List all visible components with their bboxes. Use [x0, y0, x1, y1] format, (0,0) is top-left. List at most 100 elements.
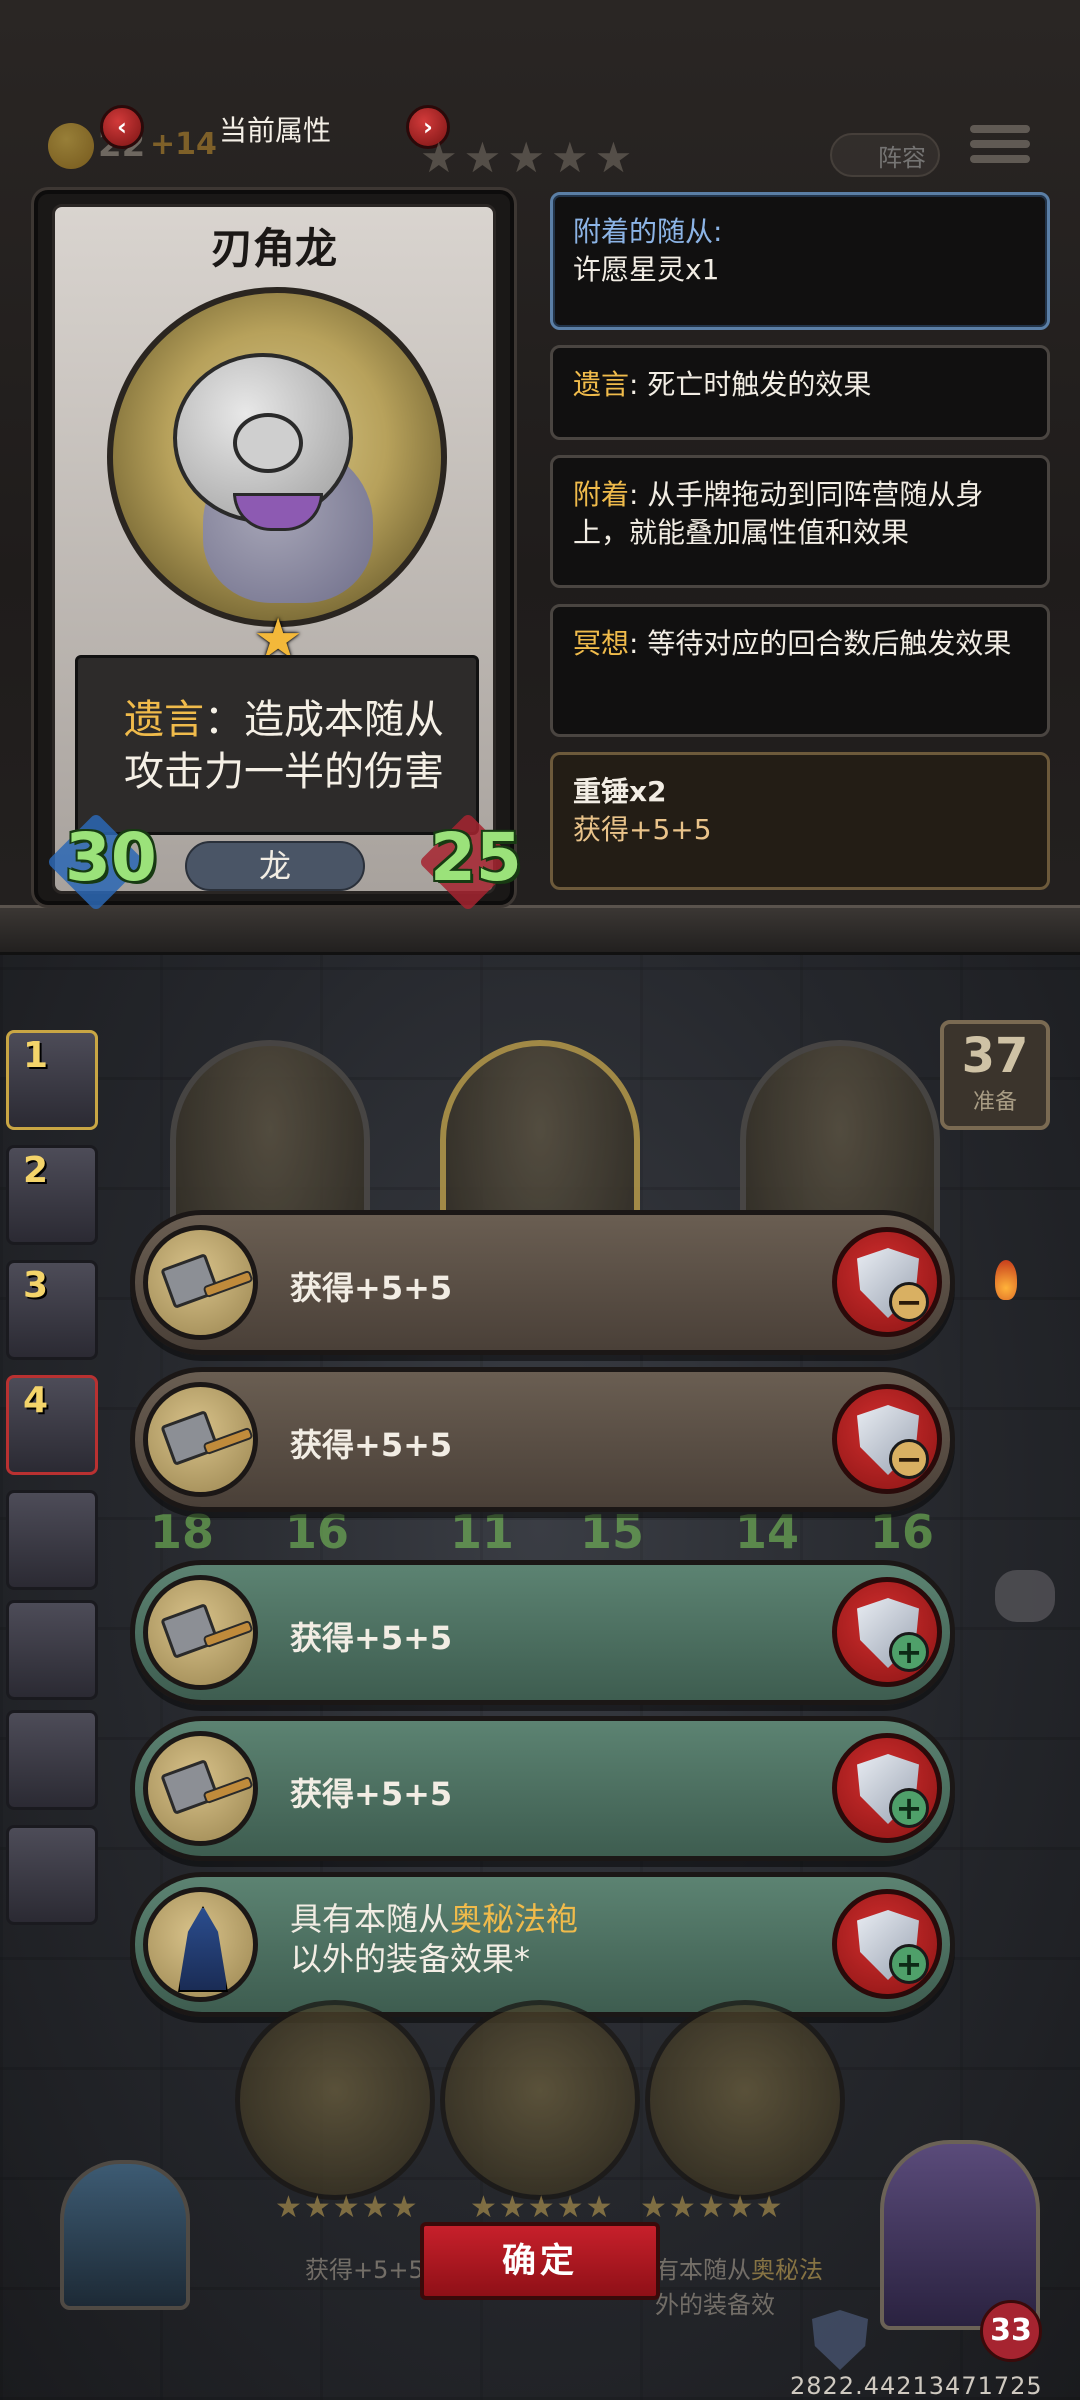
tavern-stars: ★ ★ ★ ★ ★ [420, 133, 632, 182]
confirm-button[interactable]: 确定 [420, 2222, 660, 2300]
remove-equipment-button[interactable]: − [832, 1227, 942, 1337]
equipment-label: 具有本随从奥秘法袍 以外的装备效果* [290, 1899, 578, 1979]
add-equipment-button[interactable]: + [832, 1733, 942, 1843]
equipment-effect: 获得+5+5 [573, 813, 712, 846]
lineup-button[interactable]: 阵容 [830, 133, 940, 177]
bottom-equip-slot-1 [235, 2000, 435, 2200]
side-slot-4[interactable]: 4 [6, 1375, 98, 1475]
coordinate-readout: 2822.44213471725 [790, 2372, 1043, 2400]
slot-number: 3 [23, 1265, 49, 1306]
board-stat: 15 [580, 1505, 645, 1559]
remove-equipment-button[interactable]: − [832, 1384, 942, 1494]
side-slot-6[interactable] [6, 1600, 98, 1700]
keyword-deathrattle-panel: 遗言: 死亡时触发的效果 [550, 345, 1050, 440]
board-stat: 14 [735, 1505, 800, 1559]
board-stat: 16 [285, 1505, 350, 1559]
slot-number: 2 [23, 1150, 49, 1191]
keyword-meditate: 冥想 [573, 627, 630, 660]
tribe-label: 龙 [185, 841, 365, 891]
equipment-row: 具有本随从奥秘法袍 以外的装备效果* + [130, 1872, 955, 2017]
add-equipment-button[interactable]: + [832, 1577, 942, 1687]
slot-number: 1 [23, 1035, 49, 1076]
menu-icon[interactable] [970, 125, 1030, 175]
equipment-title: 重锤x2 [573, 775, 667, 808]
header: 22 +14 ‹ 当前属性 › ★★★★★ 阵容 [0, 95, 1080, 182]
star-icon: ★ [463, 133, 502, 182]
chat-icon[interactable] [995, 1570, 1055, 1622]
attached-body: 许愿星灵x1 [573, 253, 720, 286]
panel-divider [0, 905, 1080, 955]
keyword-attach-panel: 附着: 从手牌拖动到同阵营随从身上，就能叠加属性值和效果 [550, 455, 1050, 588]
keyword-meditate-panel: 冥想: 等待对应的回合数后触发效果 [550, 604, 1050, 737]
attached-title: 附着的随从: [573, 215, 723, 248]
turn-counter: 37 准备 [940, 1020, 1050, 1130]
bottom-text-line2: 外的装备效 [655, 2291, 775, 2319]
plus-icon: + [889, 1632, 929, 1672]
attached-minion-panel: 附着的随从: 许愿星灵x1 [550, 192, 1050, 330]
gold-coin-icon [48, 123, 94, 169]
board-stat: 16 [870, 1505, 935, 1559]
equipment-row: 获得+5+5 + [130, 1560, 955, 1705]
bottom-equip-slot-3 [645, 2000, 845, 2200]
hammer-icon [143, 1575, 258, 1690]
turn-number: 37 [961, 1028, 1029, 1084]
star-icon: ★ [594, 133, 633, 182]
minus-icon: − [889, 1439, 929, 1479]
side-slot-3[interactable]: 3 [6, 1260, 98, 1360]
attack-value: 30 [65, 819, 157, 896]
add-equipment-button[interactable]: + [832, 1889, 942, 1999]
keyword-meditate-desc: : 等待对应的回合数后触发效果 [629, 627, 1012, 660]
hero-health: 33 [980, 2300, 1042, 2362]
bottom-equip-slot-2 [440, 2000, 640, 2200]
bottom-equip-text: 获得+5+5 [305, 2256, 424, 2284]
board-stat: 18 [150, 1505, 215, 1559]
chevron-left-icon: ‹ [117, 113, 127, 141]
desc-keyword: 遗言 [124, 697, 204, 743]
side-slot-7[interactable] [6, 1710, 98, 1810]
hammer-icon [143, 1731, 258, 1846]
side-slot-5[interactable] [6, 1490, 98, 1590]
card-frame: 刃角龙 ★ 遗言：造成本随从 攻击力一半的伤害 30 龙 25 [46, 204, 522, 912]
bottom-stars: ★★★★★ [275, 2190, 420, 2225]
star-icon: ★ [507, 133, 545, 182]
equipment-label: 获得+5+5 [290, 1775, 453, 1813]
dragon-eye [233, 413, 303, 473]
minus-icon: − [889, 1282, 929, 1322]
label-keyword: 奥秘法袍 [450, 1900, 579, 1938]
keyword-deathrattle-desc: : 死亡时触发的效果 [629, 368, 872, 401]
bottom-stars: ★★★★★ [640, 2190, 785, 2225]
bottom-text-kw: 奥秘法 [751, 2256, 823, 2284]
unit-description-box: 遗言：造成本随从 攻击力一半的伤害 [75, 655, 479, 835]
star-icon: ★ [550, 133, 589, 182]
label-line2: 以外的装备效果* [290, 1940, 531, 1978]
hero-portrait-left [60, 2160, 190, 2310]
side-slot-1[interactable]: 1 [6, 1030, 98, 1130]
unit-description: 遗言：造成本随从 攻击力一半的伤害 [94, 694, 474, 798]
desc-line2: 攻击力一半的伤害 [124, 749, 444, 795]
turn-label: 准备 [972, 1090, 1017, 1115]
board-stat: 11 [450, 1505, 515, 1559]
keyword-attach-desc: : 从手牌拖动到同阵营随从身上，就能叠加属性值和效果 [573, 478, 984, 549]
label-pre: 具有本随从 [290, 1900, 451, 1938]
bottom-equip-text-right: 有本随从奥秘法 外的装备效 [655, 2250, 823, 2320]
unit-portrait [107, 287, 447, 627]
prev-arrow-button[interactable]: ‹ [100, 105, 144, 149]
star-icon: ★ [420, 133, 458, 182]
keyword-deathrattle: 遗言 [573, 368, 630, 401]
lineup-label: 阵容 [878, 143, 926, 172]
unit-card: 刃角龙 ★ 遗言：造成本随从 攻击力一半的伤害 30 龙 25 [34, 190, 522, 912]
equipment-label: 获得+5+5 [290, 1426, 453, 1464]
equipment-row: 获得+5+5 + [130, 1716, 955, 1861]
equipment-label: 获得+5+5 [290, 1269, 453, 1307]
equipment-row: 获得+5+5 − [130, 1367, 955, 1512]
side-slot-8[interactable] [6, 1825, 98, 1925]
side-slot-2[interactable]: 2 [6, 1145, 98, 1245]
page-title: 当前属性 [218, 114, 331, 147]
health-value: 25 [430, 819, 522, 896]
bottom-stars: ★★★★★ [470, 2190, 615, 2225]
bottom-text-pre: 有本随从 [655, 2256, 751, 2284]
unit-name: 刃角龙 [210, 224, 337, 273]
equipment-row: 获得+5+5 − [130, 1210, 955, 1355]
torch-icon [995, 1260, 1017, 1300]
equipment-label: 获得+5+5 [290, 1619, 453, 1657]
